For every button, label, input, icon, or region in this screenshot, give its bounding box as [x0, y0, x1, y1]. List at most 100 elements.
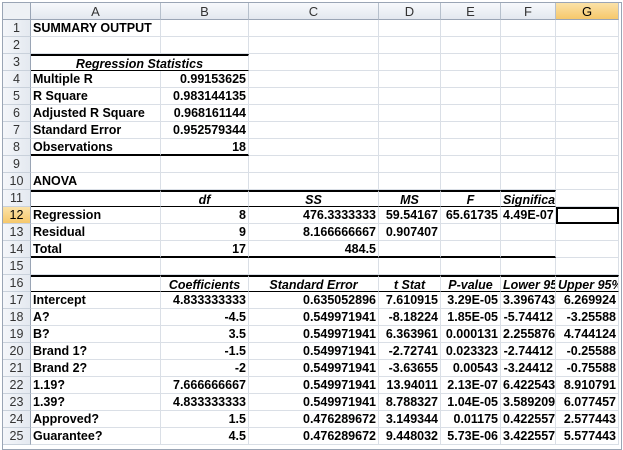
cell-C9[interactable] — [249, 156, 379, 173]
cell-A11[interactable] — [31, 190, 161, 207]
cell-A17[interactable]: Intercept — [31, 292, 161, 309]
cell-D7[interactable] — [379, 122, 441, 139]
cell-C19[interactable]: 0.549971941 — [249, 326, 379, 343]
cell-E8[interactable] — [441, 139, 501, 156]
cell-B7[interactable]: 0.952579344 — [161, 122, 249, 139]
cell-C22[interactable]: 0.549971941 — [249, 377, 379, 394]
cell-B21[interactable]: -2 — [161, 360, 249, 377]
row-header-13[interactable]: 13 — [3, 224, 31, 241]
cell-C3[interactable] — [249, 54, 379, 71]
row-header-2[interactable]: 2 — [3, 37, 31, 54]
cell-G11[interactable] — [556, 190, 619, 207]
cell-C10[interactable] — [249, 173, 379, 190]
column-header-D[interactable]: D — [379, 3, 441, 20]
cell-E15[interactable] — [441, 258, 501, 275]
cell-C12[interactable]: 476.3333333 — [249, 207, 379, 224]
cell-F2[interactable] — [501, 37, 556, 54]
cell-E18[interactable]: 1.85E-05 — [441, 309, 501, 326]
row-header-3[interactable]: 3 — [3, 54, 31, 71]
cell-E19[interactable]: 0.000131 — [441, 326, 501, 343]
cell-E16[interactable]: P-value — [441, 275, 501, 292]
cell-A3[interactable]: Regression Statistics — [31, 54, 249, 71]
cell-E13[interactable] — [441, 224, 501, 241]
cell-E22[interactable]: 2.13E-07 — [441, 377, 501, 394]
cell-B25[interactable]: 4.5 — [161, 428, 249, 445]
cell-D25[interactable]: 9.448032 — [379, 428, 441, 445]
cell-F4[interactable] — [501, 71, 556, 88]
row-header-25[interactable]: 25 — [3, 428, 31, 445]
cell-A5[interactable]: R Square — [31, 88, 161, 105]
cell-B18[interactable]: -4.5 — [161, 309, 249, 326]
cell-D4[interactable] — [379, 71, 441, 88]
cell-G9[interactable] — [556, 156, 619, 173]
cell-B11[interactable]: df — [161, 190, 249, 207]
cell-C25[interactable]: 0.476289672 — [249, 428, 379, 445]
cell-G3[interactable] — [556, 54, 619, 71]
cell-E24[interactable]: 0.01175 — [441, 411, 501, 428]
cell-G18[interactable]: -3.25588 — [556, 309, 619, 326]
select-all-corner[interactable] — [3, 3, 31, 20]
cell-G17[interactable]: 6.269924 — [556, 292, 619, 309]
cell-G10[interactable] — [556, 173, 619, 190]
cell-C24[interactable]: 0.476289672 — [249, 411, 379, 428]
row-header-24[interactable]: 24 — [3, 411, 31, 428]
cell-A10[interactable]: ANOVA — [31, 173, 161, 190]
cell-C11[interactable]: SS — [249, 190, 379, 207]
cell-B22[interactable]: 7.666666667 — [161, 377, 249, 394]
cell-C21[interactable]: 0.549971941 — [249, 360, 379, 377]
cell-A15[interactable] — [31, 258, 161, 275]
cell-D2[interactable] — [379, 37, 441, 54]
cell-D22[interactable]: 13.94011 — [379, 377, 441, 394]
cell-F23[interactable]: 3.589209 — [501, 394, 556, 411]
cell-E21[interactable]: 0.00543 — [441, 360, 501, 377]
row-header-15[interactable]: 15 — [3, 258, 31, 275]
cell-A7[interactable]: Standard Error — [31, 122, 161, 139]
row-header-21[interactable]: 21 — [3, 360, 31, 377]
cell-B5[interactable]: 0.983144135 — [161, 88, 249, 105]
cell-E1[interactable] — [441, 20, 501, 37]
cell-G13[interactable] — [556, 224, 619, 241]
cell-D18[interactable]: -8.18224 — [379, 309, 441, 326]
cell-D9[interactable] — [379, 156, 441, 173]
cell-D6[interactable] — [379, 105, 441, 122]
cell-C23[interactable]: 0.549971941 — [249, 394, 379, 411]
cell-E3[interactable] — [441, 54, 501, 71]
cell-A22[interactable]: 1.19? — [31, 377, 161, 394]
row-header-12[interactable]: 12 — [3, 207, 31, 224]
cell-F8[interactable] — [501, 139, 556, 156]
cell-B10[interactable] — [161, 173, 249, 190]
cell-F7[interactable] — [501, 122, 556, 139]
cell-B8[interactable]: 18 — [161, 139, 249, 156]
cell-E14[interactable] — [441, 241, 501, 258]
row-header-22[interactable]: 22 — [3, 377, 31, 394]
row-header-1[interactable]: 1 — [3, 20, 31, 37]
cell-D23[interactable]: 8.788327 — [379, 394, 441, 411]
cell-C5[interactable] — [249, 88, 379, 105]
cell-C17[interactable]: 0.635052896 — [249, 292, 379, 309]
column-header-A[interactable]: A — [31, 3, 161, 20]
row-header-20[interactable]: 20 — [3, 343, 31, 360]
cell-F11[interactable]: Significance F — [501, 190, 556, 207]
cell-F9[interactable] — [501, 156, 556, 173]
cell-G1[interactable] — [556, 20, 619, 37]
cell-A9[interactable] — [31, 156, 161, 173]
cell-B4[interactable]: 0.99153625 — [161, 71, 249, 88]
cell-D15[interactable] — [379, 258, 441, 275]
cell-G20[interactable]: -0.25588 — [556, 343, 619, 360]
cell-G24[interactable]: 2.577443 — [556, 411, 619, 428]
cell-A2[interactable] — [31, 37, 161, 54]
column-header-C[interactable]: C — [249, 3, 379, 20]
row-header-19[interactable]: 19 — [3, 326, 31, 343]
cell-G12[interactable] — [556, 207, 619, 224]
cell-B1[interactable] — [161, 20, 249, 37]
cell-B24[interactable]: 1.5 — [161, 411, 249, 428]
cell-G7[interactable] — [556, 122, 619, 139]
cell-A25[interactable]: Guarantee? — [31, 428, 161, 445]
cell-F14[interactable] — [501, 241, 556, 258]
cell-C16[interactable]: Standard Error — [249, 275, 379, 292]
row-header-17[interactable]: 17 — [3, 292, 31, 309]
cell-F20[interactable]: -2.74412 — [501, 343, 556, 360]
cell-E10[interactable] — [441, 173, 501, 190]
cell-D10[interactable] — [379, 173, 441, 190]
cell-A21[interactable]: Brand 2? — [31, 360, 161, 377]
